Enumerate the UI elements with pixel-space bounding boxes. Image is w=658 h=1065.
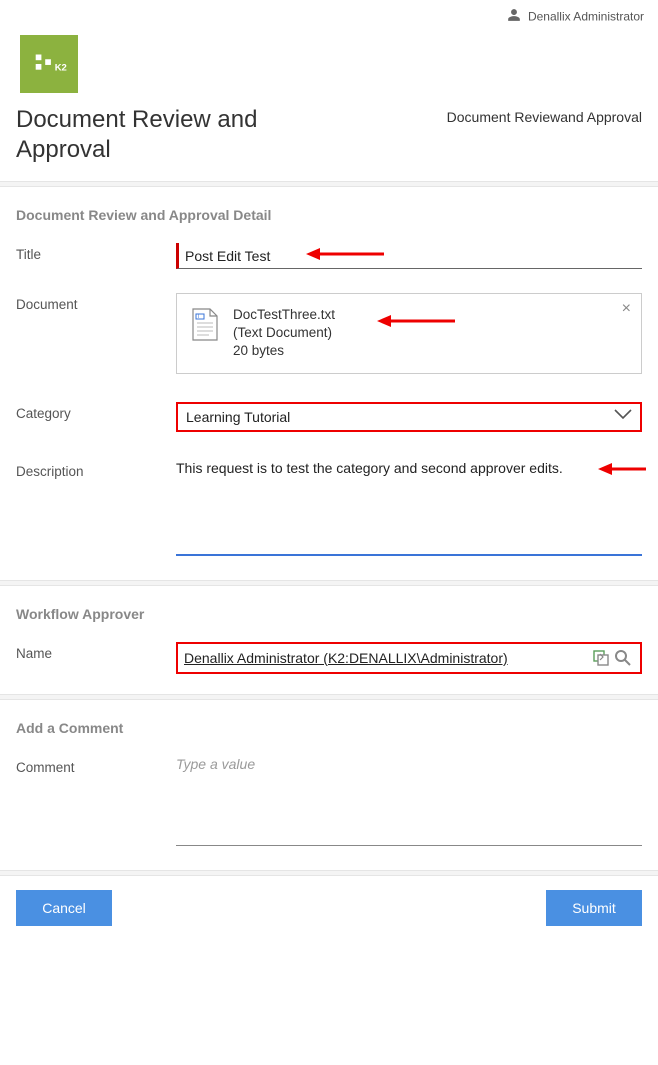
title-input-wrap[interactable] — [176, 243, 642, 269]
search-icon[interactable] — [612, 649, 634, 667]
page-subtitle: Document Reviewand Approval — [447, 109, 642, 125]
category-select[interactable]: Learning Tutorial — [176, 402, 642, 432]
cancel-button[interactable]: Cancel — [16, 890, 112, 926]
user-name: Denallix Administrator — [528, 10, 644, 24]
topbar: Denallix Administrator — [0, 0, 658, 25]
row-comment: Comment Type a value — [0, 748, 658, 854]
file-icon: T — [191, 308, 221, 347]
row-title: Title — [0, 235, 658, 277]
document-kind: (Text Document) — [233, 324, 335, 342]
name-value: Denallix Administrator (K2:DENALLIX\Admi… — [184, 650, 590, 666]
title-label: Title — [16, 243, 176, 262]
document-label: Document — [16, 293, 176, 312]
remove-attachment-icon[interactable]: × — [622, 300, 631, 318]
chevron-down-icon — [614, 408, 632, 426]
document-card[interactable]: T DocTestThree.txt (Text Document) 20 by… — [176, 293, 642, 374]
category-value: Learning Tutorial — [186, 409, 614, 425]
title-input[interactable] — [185, 248, 642, 264]
footer: Cancel Submit — [0, 876, 658, 950]
comment-textarea[interactable]: Type a value — [176, 756, 642, 846]
row-name: Name Denallix Administrator (K2:DENALLIX… — [0, 634, 658, 682]
svg-text:K2: K2 — [55, 63, 67, 74]
comment-section-title: Add a Comment — [0, 700, 658, 748]
document-filename: DocTestThree.txt — [233, 306, 335, 324]
row-document: Document T DocTestThree.txt (Text Docume… — [0, 277, 658, 382]
page-title: Document Review and Approval — [16, 105, 316, 165]
category-label: Category — [16, 402, 176, 421]
description-value: This request is to test the category and… — [176, 460, 563, 476]
description-label: Description — [16, 460, 176, 479]
brand-row: K2 — [0, 25, 658, 99]
annotation-arrow — [377, 312, 457, 330]
user-icon — [507, 8, 521, 25]
comment-placeholder: Type a value — [176, 756, 255, 772]
comment-label: Comment — [16, 756, 176, 775]
k2-logo: K2 — [20, 35, 78, 93]
resolve-icon[interactable] — [590, 650, 612, 666]
document-meta: DocTestThree.txt (Text Document) 20 byte… — [233, 306, 335, 361]
row-description: Description This request is to test the … — [0, 440, 658, 564]
name-picker[interactable]: Denallix Administrator (K2:DENALLIX\Admi… — [176, 642, 642, 674]
approver-section-title: Workflow Approver — [0, 586, 658, 634]
description-textarea[interactable]: This request is to test the category and… — [176, 460, 642, 556]
document-size: 20 bytes — [233, 342, 335, 360]
submit-button[interactable]: Submit — [546, 890, 642, 926]
row-category: Category Learning Tutorial — [0, 382, 658, 440]
svg-text:T: T — [197, 314, 200, 320]
title-row: Document Review and Approval Document Re… — [0, 99, 658, 179]
detail-section-title: Document Review and Approval Detail — [0, 187, 658, 235]
name-label: Name — [16, 642, 176, 661]
